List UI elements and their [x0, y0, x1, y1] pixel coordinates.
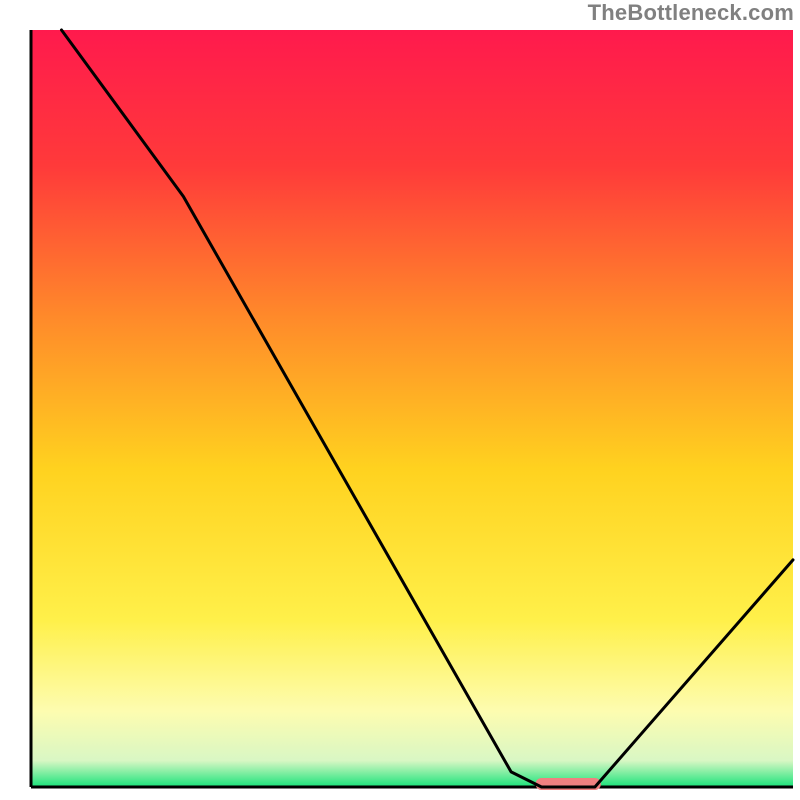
bottleneck-chart-svg	[0, 0, 800, 800]
watermark-text: TheBottleneck.com	[588, 0, 794, 26]
